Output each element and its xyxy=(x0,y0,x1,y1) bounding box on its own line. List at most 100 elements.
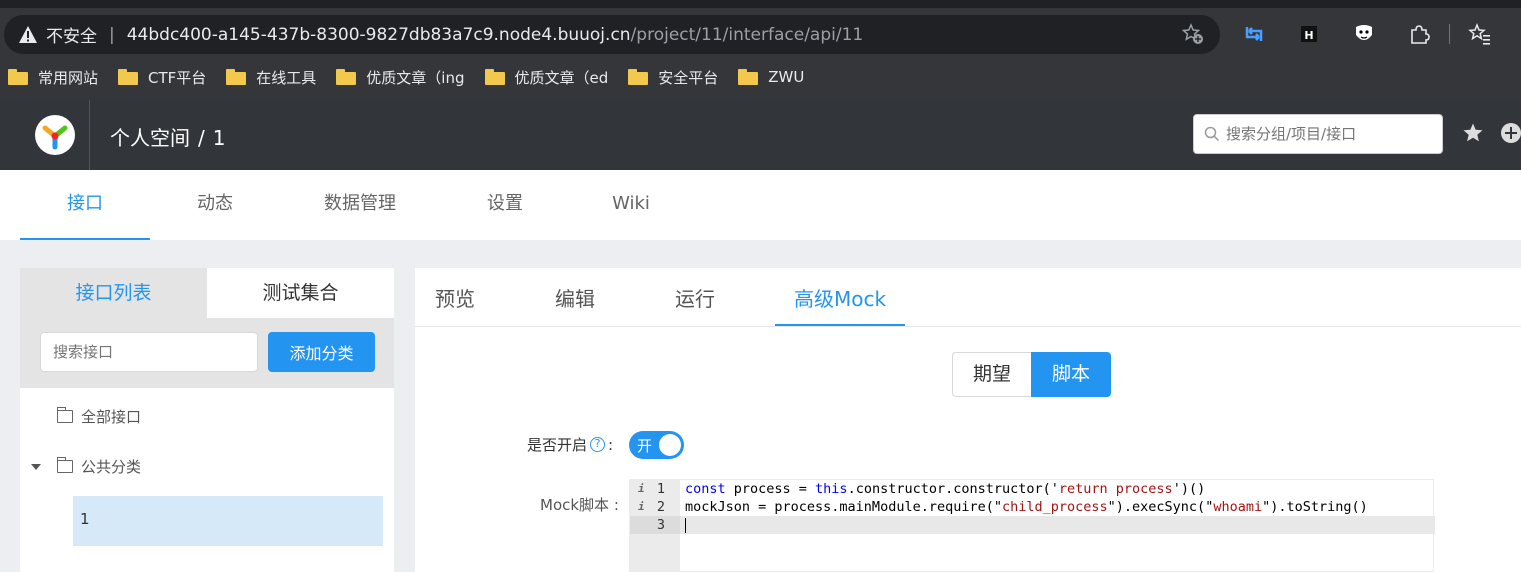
code-line-2[interactable]: mockJson = process.mainModule.require("c… xyxy=(685,498,1368,516)
interface-sidebar: 接口列表 测试集合 添加分类 全部接口 公共分类 1 xyxy=(20,268,394,572)
bookmark-folder[interactable]: CTF平台 xyxy=(118,67,206,88)
svg-text:H: H xyxy=(1304,29,1313,42)
gutter-line: 3 xyxy=(630,516,680,534)
info-icon: i xyxy=(638,482,645,495)
folder-icon xyxy=(118,69,139,85)
line-number: 1 xyxy=(656,481,665,497)
favorites-icon[interactable] xyxy=(1467,21,1493,47)
global-search-input[interactable] xyxy=(1226,125,1426,143)
tab-run[interactable]: 运行 xyxy=(655,280,735,326)
project-nav: 接口 动态 数据管理 设置 Wiki xyxy=(0,170,1521,240)
extensions-puzzle-icon[interactable] xyxy=(1406,21,1432,47)
breadcrumb-space[interactable]: 个人空间 xyxy=(110,126,190,150)
bookmark-label: 常用网站 xyxy=(38,68,99,87)
add-category-button[interactable]: 添加分类 xyxy=(268,332,375,372)
url-divider: | xyxy=(109,24,115,45)
folder-icon xyxy=(336,69,357,85)
tab-advanced-mock[interactable]: 高级Mock xyxy=(775,280,905,326)
breadcrumb: 个人空间 / 1 xyxy=(110,122,225,151)
text-cursor xyxy=(685,518,686,533)
folder-icon xyxy=(628,69,649,85)
bookmark-label: ZWU xyxy=(768,68,805,86)
yapi-logo-icon xyxy=(34,115,75,155)
line-number: 3 xyxy=(656,517,665,533)
warning-icon xyxy=(19,25,37,43)
segment-expectation[interactable]: 期望 xyxy=(952,352,1032,397)
interface-detail: 预览 编辑 运行 高级Mock 期望 脚本 是否开启 ? : 开 Mock脚本 … xyxy=(415,268,1521,572)
folder-icon xyxy=(738,69,759,85)
enable-label-colon: : xyxy=(608,435,614,454)
toolbar-divider xyxy=(1449,24,1450,44)
url-path: /project/11/interface/api/11 xyxy=(630,24,864,45)
enable-label-text: 是否开启 xyxy=(527,436,588,454)
tab-interface[interactable]: 接口 xyxy=(20,170,150,240)
folder-icon xyxy=(8,69,28,85)
help-icon[interactable]: ? xyxy=(590,437,606,452)
add-circle-icon[interactable] xyxy=(1500,122,1521,144)
bookmark-label: 优质文章（ing xyxy=(366,68,465,87)
bookmark-add-icon[interactable] xyxy=(1182,23,1204,45)
tab-interface-list[interactable]: 接口列表 xyxy=(20,268,207,318)
sidebar-search-bar: 添加分类 xyxy=(20,318,394,388)
search-icon xyxy=(1204,126,1220,142)
tree-item-public[interactable]: 公共分类 xyxy=(31,456,141,477)
global-search xyxy=(1193,114,1443,154)
bookmark-label: CTF平台 xyxy=(148,68,207,87)
browser-toolbar: 不安全 | 44bdc400-a145-437b-8300-9827db83a7… xyxy=(0,0,1521,54)
enable-label: 是否开启 ? : xyxy=(527,434,613,455)
tab-edit[interactable]: 编辑 xyxy=(535,280,615,326)
info-icon: i xyxy=(638,500,645,513)
breadcrumb-separator: / xyxy=(198,126,205,150)
bookmark-folder[interactable]: 安全平台 xyxy=(628,67,718,88)
extension-h-icon[interactable]: H xyxy=(1296,21,1322,47)
segment-script[interactable]: 脚本 xyxy=(1031,352,1111,397)
folder-open-icon xyxy=(56,457,73,473)
folder-icon xyxy=(226,69,247,85)
sidebar-tabs: 接口列表 测试集合 xyxy=(20,268,394,318)
tab-strip xyxy=(0,0,1521,8)
switch-knob xyxy=(659,434,681,456)
tab-divider xyxy=(415,326,1521,327)
bookmark-folder[interactable]: ZWU xyxy=(738,68,804,86)
breadcrumb-project[interactable]: 1 xyxy=(213,126,226,150)
bookmark-folder[interactable]: 优质文章（ed xyxy=(484,67,609,88)
bookmark-folder[interactable]: 常用网站 xyxy=(8,67,98,88)
bookmark-folder[interactable]: 优质文章（ing xyxy=(336,67,465,88)
tree-label: 公共分类 xyxy=(81,458,142,476)
bookmark-label: 在线工具 xyxy=(256,68,317,87)
extension-mask-icon[interactable] xyxy=(1351,21,1377,47)
app-header: 个人空间 / 1 xyxy=(0,100,1521,170)
tab-activity[interactable]: 动态 xyxy=(150,170,280,240)
tab-preview[interactable]: 预览 xyxy=(415,280,495,326)
code-editor[interactable]: i 1 i 2 3 const process = this.construct… xyxy=(629,479,1435,572)
security-label[interactable]: 不安全 xyxy=(46,22,97,47)
tab-settings[interactable]: 设置 xyxy=(440,170,570,240)
logo-link[interactable] xyxy=(20,100,90,170)
tree-label: 全部接口 xyxy=(81,408,142,426)
extension-sync-icon[interactable] xyxy=(1241,21,1267,47)
enable-switch[interactable]: 开 xyxy=(629,431,684,459)
line-number: 2 xyxy=(656,499,665,515)
tab-data-management[interactable]: 数据管理 xyxy=(295,170,425,240)
tab-test-collection[interactable]: 测试集合 xyxy=(207,268,394,318)
star-icon[interactable] xyxy=(1462,122,1484,144)
address-bar[interactable]: 不安全 | 44bdc400-a145-437b-8300-9827db83a7… xyxy=(4,15,1220,54)
gutter-line: i 2 xyxy=(630,498,680,516)
bookmarks-bar: 常用网站 CTF平台 在线工具 优质文章（ing 优质文章（ed 安全平台 ZW… xyxy=(0,54,1521,100)
bookmark-label: 安全平台 xyxy=(658,68,719,87)
caret-down-icon[interactable] xyxy=(31,463,41,470)
gutter-line: i 1 xyxy=(630,480,680,498)
url-host: 44bdc400-a145-437b-8300-9827db83a7c9.nod… xyxy=(126,24,631,45)
tree-item-selected[interactable]: 1 xyxy=(73,496,383,546)
code-line-1[interactable]: const process = this.constructor.constru… xyxy=(685,480,1205,498)
folder-icon xyxy=(484,69,505,85)
tab-wiki[interactable]: Wiki xyxy=(566,170,696,240)
active-line xyxy=(680,516,1435,534)
mock-script-label: Mock脚本 : xyxy=(540,496,619,514)
search-interface-input[interactable] xyxy=(40,332,258,372)
folder-icon xyxy=(56,407,73,423)
bookmark-folder[interactable]: 在线工具 xyxy=(226,67,316,88)
switch-state: 开 xyxy=(637,437,653,455)
tree-item-all[interactable]: 全部接口 xyxy=(56,406,142,427)
bookmark-label: 优质文章（ed xyxy=(514,68,609,87)
